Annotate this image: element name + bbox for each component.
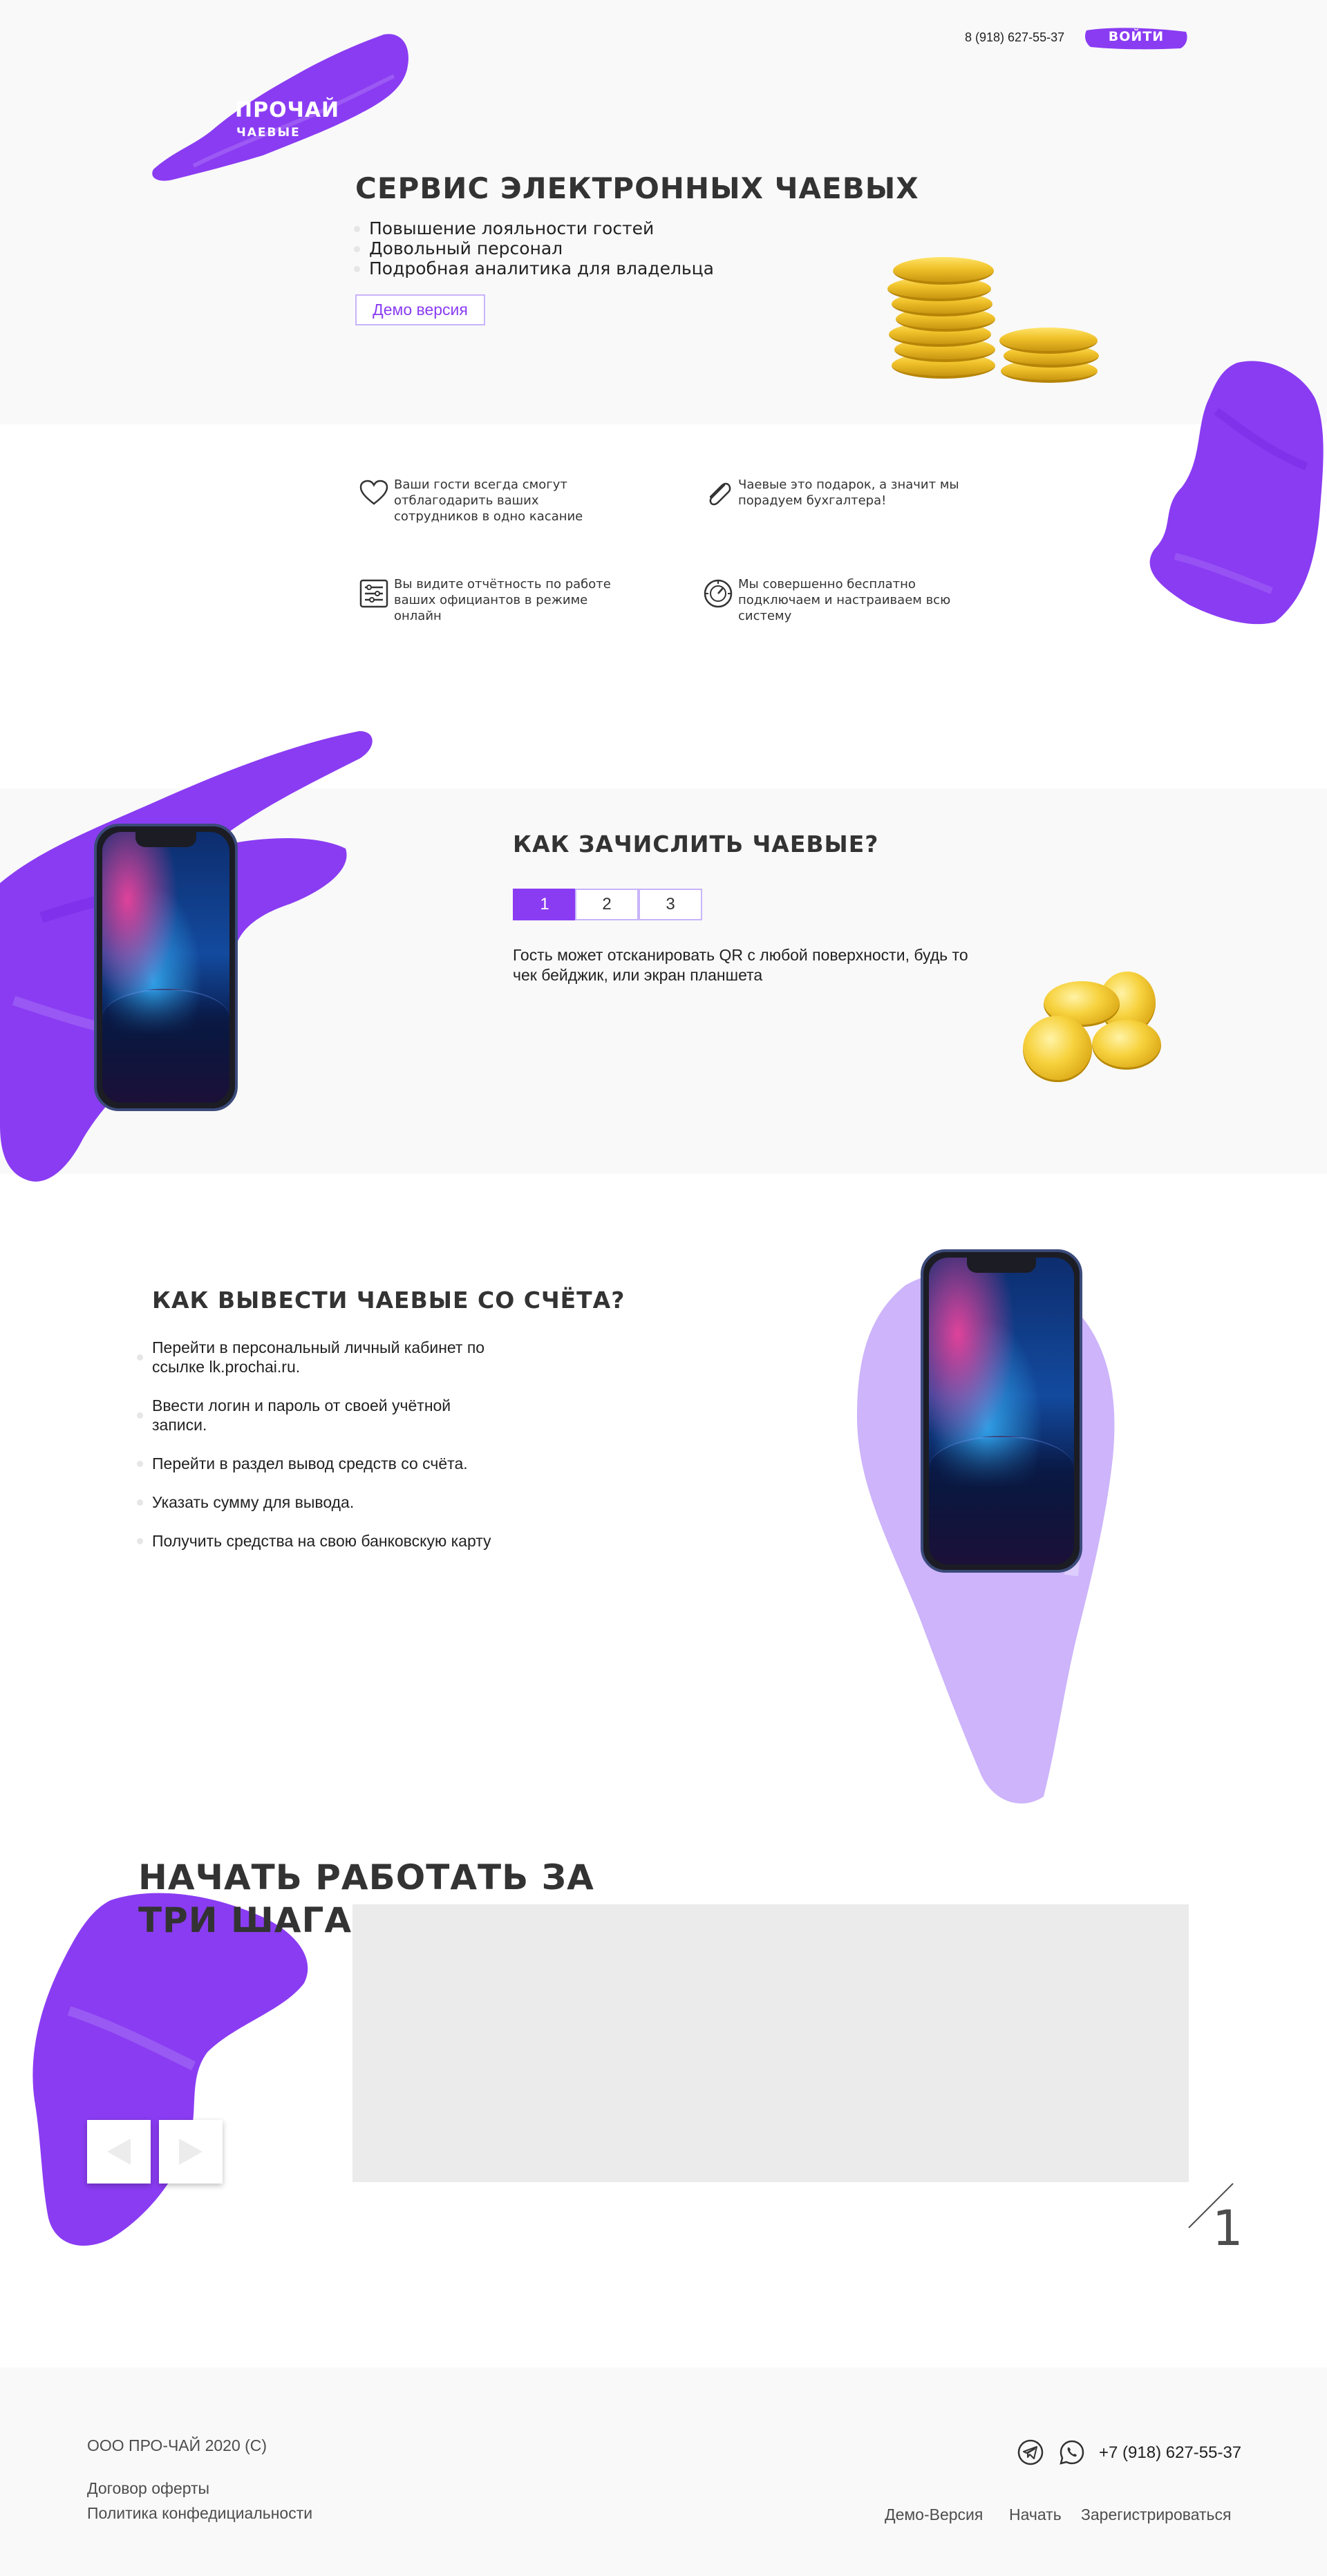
- coins-stack-illustration: [885, 249, 1106, 383]
- whatsapp-icon: [1060, 2440, 1084, 2465]
- header-phone[interactable]: 8 (918) 627-55-37: [965, 30, 1064, 45]
- footer-offer-link[interactable]: Договор оферты: [87, 2479, 209, 2498]
- step-tab-2[interactable]: 2: [575, 889, 639, 920]
- decor-brush-right: [1149, 361, 1324, 625]
- footer-phone[interactable]: +7 (918) 627-55-37: [1099, 2443, 1241, 2463]
- footer-privacy-link[interactable]: Политика конфедициальности: [87, 2504, 312, 2523]
- whatsapp-button[interactable]: [1059, 2439, 1085, 2465]
- hero-title: СЕРВИС ЭЛЕКТРОННЫХ ЧАЕВЫХ: [355, 171, 919, 205]
- logo[interactable]: ПРОЧАЙ ЧАЕВЫЕ: [235, 98, 346, 146]
- phone-mockup: [94, 824, 238, 1111]
- withdraw-step: Ввести логин и пароль от своей учётной з…: [137, 1396, 496, 1434]
- feature-text: Ваши гости всегда смогут отблагодарить в…: [394, 477, 583, 524]
- slider-prev-button[interactable]: [87, 2120, 151, 2184]
- hero-bullets: Повышение лояльности гостей Довольный пе…: [354, 218, 714, 278]
- feature-text: Вы видите отчётность по работе ваших офи…: [394, 577, 611, 623]
- slider-next-button[interactable]: [159, 2120, 223, 2184]
- report-icon: [359, 579, 388, 608]
- logo-subtitle: ЧАЕВЫЕ: [236, 126, 301, 140]
- demo-button[interactable]: Демо версия: [355, 294, 485, 325]
- hero-bullet: Повышение лояльности гостей: [354, 218, 714, 238]
- withdraw-step: Указать сумму для вывода.: [137, 1493, 496, 1512]
- coins-illustration: [1016, 967, 1161, 1085]
- telegram-button[interactable]: [1017, 2439, 1044, 2465]
- feature-item: Вы видите отчётность по работе ваших офи…: [357, 576, 647, 632]
- slider-viewport[interactable]: [352, 1904, 1189, 2182]
- hero-bullet: Довольный персонал: [354, 238, 714, 258]
- logo-title: ПРОЧАЙ: [235, 98, 340, 122]
- dashboard-icon: [704, 579, 733, 608]
- hero-bullet: Подробная аналитика для владельца: [354, 258, 714, 278]
- footer-nav-demo[interactable]: Демо-Версия: [885, 2506, 983, 2524]
- withdraw-step: Перейти в персональный личный кабинет по…: [137, 1338, 496, 1376]
- feature-item: Чаевые это подарок, а значит мы порадуем…: [701, 477, 991, 532]
- withdraw-step: Получить средства на свою банковскую кар…: [137, 1531, 524, 1551]
- feature-item: Ваши гости всегда смогут отблагодарить в…: [357, 477, 647, 532]
- feature-text: Чаевые это подарок, а значит мы порадуем…: [738, 477, 959, 508]
- footer: ООО ПРО-ЧАЙ 2020 (С) Договор оферты Поли…: [0, 2367, 1327, 2576]
- footer-copyright: ООО ПРО-ЧАЙ 2020 (С): [87, 2436, 267, 2454]
- phone-mockup: [921, 1249, 1082, 1573]
- withdraw-title: КАК ВЫВЕСТИ ЧАЕВЫЕ СО СЧЁТА?: [152, 1287, 625, 1314]
- feature-text: Мы совершенно бесплатно подключаем и нас…: [738, 577, 951, 623]
- heart-icon: [359, 480, 388, 505]
- telegram-icon: [1017, 2439, 1044, 2465]
- credit-text: Гость может отсканировать QR с любой пов…: [513, 946, 968, 984]
- paperclip-icon: [709, 482, 731, 506]
- arrow-right-icon: [179, 2139, 203, 2165]
- withdraw-step: Перейти в раздел вывод средств со счёта.: [137, 1454, 496, 1473]
- arrow-left-icon: [107, 2139, 131, 2165]
- credit-title: КАК ЗАЧИСЛИТЬ ЧАЕВЫЕ?: [513, 831, 879, 858]
- step-tab-3[interactable]: 3: [639, 889, 702, 920]
- slide-number: 1: [1212, 2200, 1244, 2257]
- feature-item: Мы совершенно бесплатно подключаем и нас…: [701, 576, 991, 632]
- login-button[interactable]: ВОЙТИ: [1084, 29, 1189, 44]
- step-tab-1[interactable]: 1: [513, 889, 576, 920]
- start-title-line1: НАЧАТЬ РАБОТАТЬ ЗА: [138, 1857, 594, 1897]
- footer-nav-start[interactable]: Начать: [1009, 2506, 1062, 2524]
- footer-nav-register[interactable]: Зарегистрироваться: [1081, 2506, 1231, 2524]
- withdraw-steps: Перейти в персональный личный кабинет по…: [137, 1338, 496, 1551]
